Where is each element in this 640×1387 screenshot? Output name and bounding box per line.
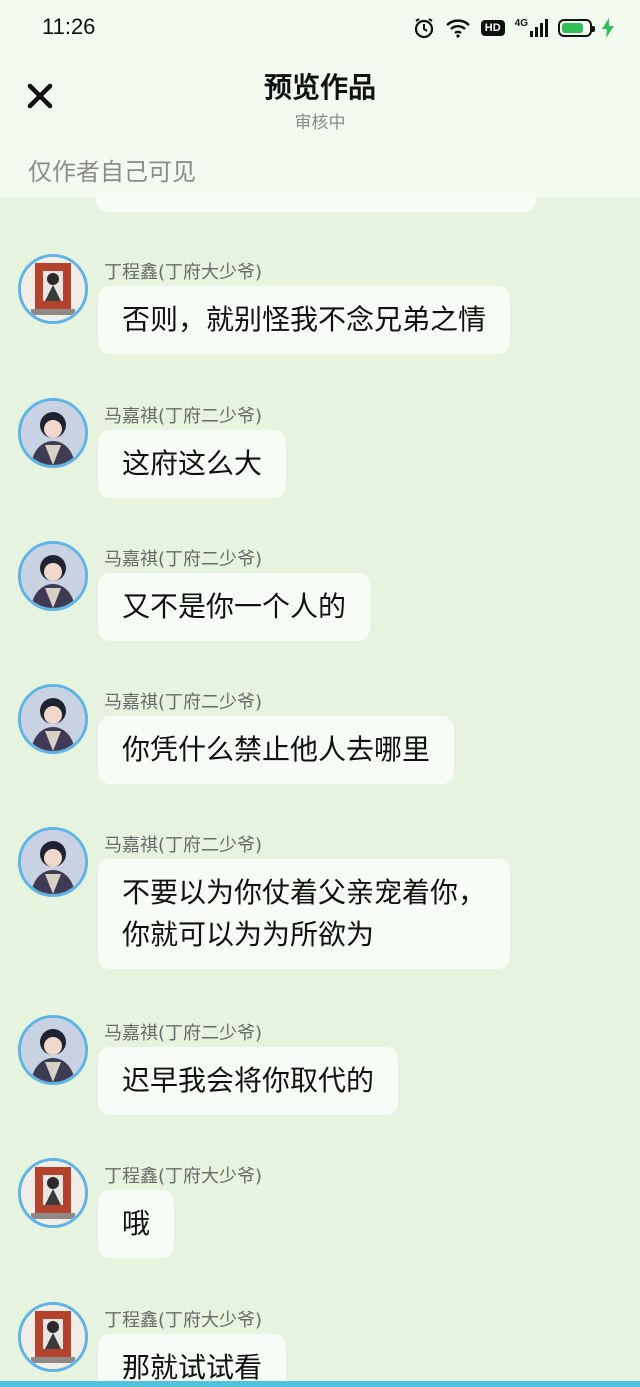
- battery-icon: [558, 19, 595, 37]
- avatar[interactable]: [18, 1015, 88, 1085]
- status-bar: 11:26 HD 4G: [0, 0, 640, 56]
- avatar[interactable]: [18, 1158, 88, 1228]
- message-bubble: 那就试试看: [98, 1334, 287, 1387]
- avatar-ding-image: [21, 1161, 85, 1225]
- sender-name: 马嘉祺(丁府二少爷): [104, 549, 263, 570]
- message-bubble: 不要以为你仗着父亲宠着你， 你就可以为为所欲为: [98, 859, 511, 969]
- avatar-ma-image: [21, 544, 85, 608]
- status-icons: HD 4G: [413, 14, 614, 42]
- message-bubble: 否则，就别怪我不念兄弟之情: [98, 286, 511, 354]
- sender-name: 丁程鑫(丁府大少爷): [104, 262, 263, 283]
- avatar[interactable]: [18, 254, 88, 324]
- avatar[interactable]: [18, 684, 88, 754]
- home-indicator-bar: [0, 1381, 640, 1387]
- avatar-ma-image: [21, 401, 85, 465]
- avatar-ma-image: [21, 1018, 85, 1082]
- message-feed[interactable]: 丁程鑫(丁府大少爷) 否则，就别怪我不念兄弟之情 马嘉祺(丁府二少爷) 这府这么…: [0, 198, 640, 1387]
- visibility-note: 仅作者自己可见: [28, 158, 196, 186]
- review-status: 审核中: [294, 113, 346, 133]
- header-bar: 11:26 HD 4G 预览作品 审核中 仅作者自己可见: [0, 0, 640, 198]
- sender-name: 马嘉祺(丁府二少爷): [104, 692, 263, 713]
- alarm-icon: [413, 17, 435, 39]
- page-title: 预览作品: [263, 71, 376, 104]
- sender-name: 马嘉祺(丁府二少爷): [104, 406, 263, 427]
- sender-name: 丁程鑫(丁府大少爷): [104, 1310, 263, 1331]
- hd-icon: HD: [480, 20, 505, 36]
- sender-name: 丁程鑫(丁府大少爷): [104, 1166, 263, 1187]
- message-bubble: 哦: [98, 1190, 175, 1258]
- avatar[interactable]: [18, 827, 88, 897]
- wifi-icon: [445, 18, 471, 38]
- signal-icon: 4G: [515, 18, 548, 38]
- avatar-ding-image: [21, 257, 85, 321]
- avatar-ma-image: [21, 830, 85, 894]
- avatar[interactable]: [18, 541, 88, 611]
- message-bubble: 又不是你一个人的: [98, 573, 371, 641]
- charging-icon: [602, 18, 614, 38]
- sender-name: 马嘉祺(丁府二少爷): [104, 1023, 263, 1044]
- previous-message-bubble: [96, 198, 536, 212]
- status-time: 11:26: [42, 14, 96, 39]
- avatar[interactable]: [18, 398, 88, 468]
- avatar-ma-image: [21, 687, 85, 751]
- avatar-ding-image: [21, 1305, 85, 1369]
- avatar[interactable]: [18, 1302, 88, 1372]
- message-bubble: 迟早我会将你取代的: [98, 1047, 399, 1115]
- sender-name: 马嘉祺(丁府二少爷): [104, 835, 263, 856]
- message-bubble: 你凭什么禁止他人去哪里: [98, 716, 455, 784]
- message-bubble: 这府这么大: [98, 430, 287, 498]
